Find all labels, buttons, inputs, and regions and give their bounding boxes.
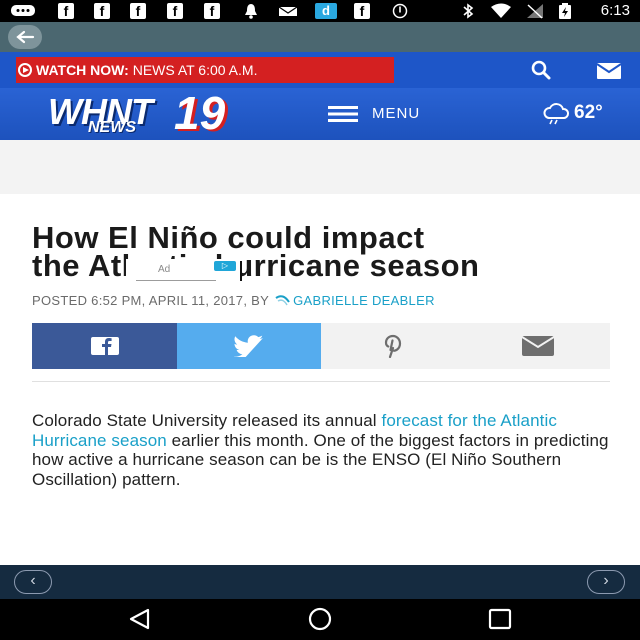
top-bar: WATCH NOW: NEWS AT 6:00 A.M. xyxy=(0,52,640,88)
text-cursor xyxy=(240,261,242,281)
menu-button[interactable]: MENU xyxy=(328,102,420,126)
alarm-icon xyxy=(244,3,258,19)
spinner-icon xyxy=(275,295,290,306)
app-toolbar xyxy=(0,22,640,52)
weather-widget[interactable]: 62° xyxy=(542,100,603,126)
byline-posted: POSTED 6:52 PM, APRIL 11, 2017, BY xyxy=(32,293,270,308)
facebook-icon xyxy=(90,337,119,355)
play-icon xyxy=(18,63,32,77)
search-icon[interactable] xyxy=(530,60,552,80)
chat-bubble-icon xyxy=(10,3,36,19)
divider xyxy=(32,381,610,382)
share-twitter-button[interactable] xyxy=(177,323,321,369)
facebook-icon: f xyxy=(94,3,110,19)
whnt-logo[interactable]: WHNT NEWS 19 xyxy=(48,90,276,138)
site-header: WHNT NEWS 19 MENU 62° xyxy=(0,88,640,140)
previous-article-button[interactable]: ‹ xyxy=(14,570,52,594)
android-nav-bar xyxy=(0,599,640,640)
article-body: Colorado State University released its a… xyxy=(32,411,612,489)
nav-back-icon[interactable] xyxy=(126,607,154,631)
ad-label: Ad xyxy=(158,264,171,275)
byline-author-link[interactable]: GABRIELLE DEABLER xyxy=(293,293,435,308)
menu-label: MENU xyxy=(372,105,421,122)
share-bar xyxy=(32,323,610,369)
logo-number: 19 xyxy=(174,87,226,139)
ad-choices-icon[interactable]: ▷ xyxy=(214,261,236,271)
ad-banner-area xyxy=(0,140,640,194)
byline: POSTED 6:52 PM, APRIL 11, 2017, BY GABRIE… xyxy=(32,293,435,309)
status-bar: f f f f f d f 6:13 xyxy=(0,0,640,22)
mail-notify-icon xyxy=(278,3,298,19)
facebook-icon: f xyxy=(130,3,146,19)
bluetooth-icon xyxy=(462,3,474,19)
ad-underline xyxy=(136,280,216,281)
hamburger-icon xyxy=(328,106,358,122)
nav-recents-icon[interactable] xyxy=(486,607,514,631)
wifi-icon xyxy=(490,3,512,19)
facebook-icon: f xyxy=(58,3,74,19)
watch-now-label: WATCH NOW: xyxy=(36,62,129,78)
back-button[interactable] xyxy=(8,25,42,49)
temperature: 62° xyxy=(574,102,603,123)
battery-charging-icon xyxy=(558,3,572,19)
share-pinterest-button[interactable] xyxy=(321,323,466,369)
cloud-drizzle-icon xyxy=(543,103,570,125)
dictionary-d-icon: d xyxy=(315,3,337,19)
share-email-button[interactable] xyxy=(466,323,610,369)
logo-sub: NEWS xyxy=(88,119,136,136)
facebook-icon: f xyxy=(167,3,183,19)
next-article-button[interactable]: › xyxy=(587,570,625,594)
back-arrow-icon xyxy=(16,30,35,44)
twitter-icon xyxy=(234,335,263,357)
facebook-icon: f xyxy=(354,3,370,19)
email-icon xyxy=(522,336,554,356)
mail-icon[interactable] xyxy=(596,62,622,80)
inline-ad[interactable]: Ad ▷ xyxy=(126,259,242,281)
body-text-pre: Colorado State University released its a… xyxy=(32,411,382,430)
watch-now-text: NEWS AT 6:00 A.M. xyxy=(132,62,258,78)
sync-icon xyxy=(392,3,408,19)
clock: 6:13 xyxy=(600,2,630,19)
title-line-2: the Atlantic hurricane season xyxy=(32,248,480,283)
pinterest-icon xyxy=(384,334,401,358)
facebook-icon: f xyxy=(204,3,220,19)
nav-home-icon[interactable] xyxy=(306,607,334,631)
article-pager: ‹ › xyxy=(0,565,640,599)
article-title: How El Niño could impact the Atlantic hu… xyxy=(32,222,622,283)
share-facebook-button[interactable] xyxy=(32,323,177,369)
watch-now-button[interactable]: WATCH NOW: NEWS AT 6:00 A.M. xyxy=(16,57,394,83)
no-signal-icon xyxy=(526,3,544,19)
